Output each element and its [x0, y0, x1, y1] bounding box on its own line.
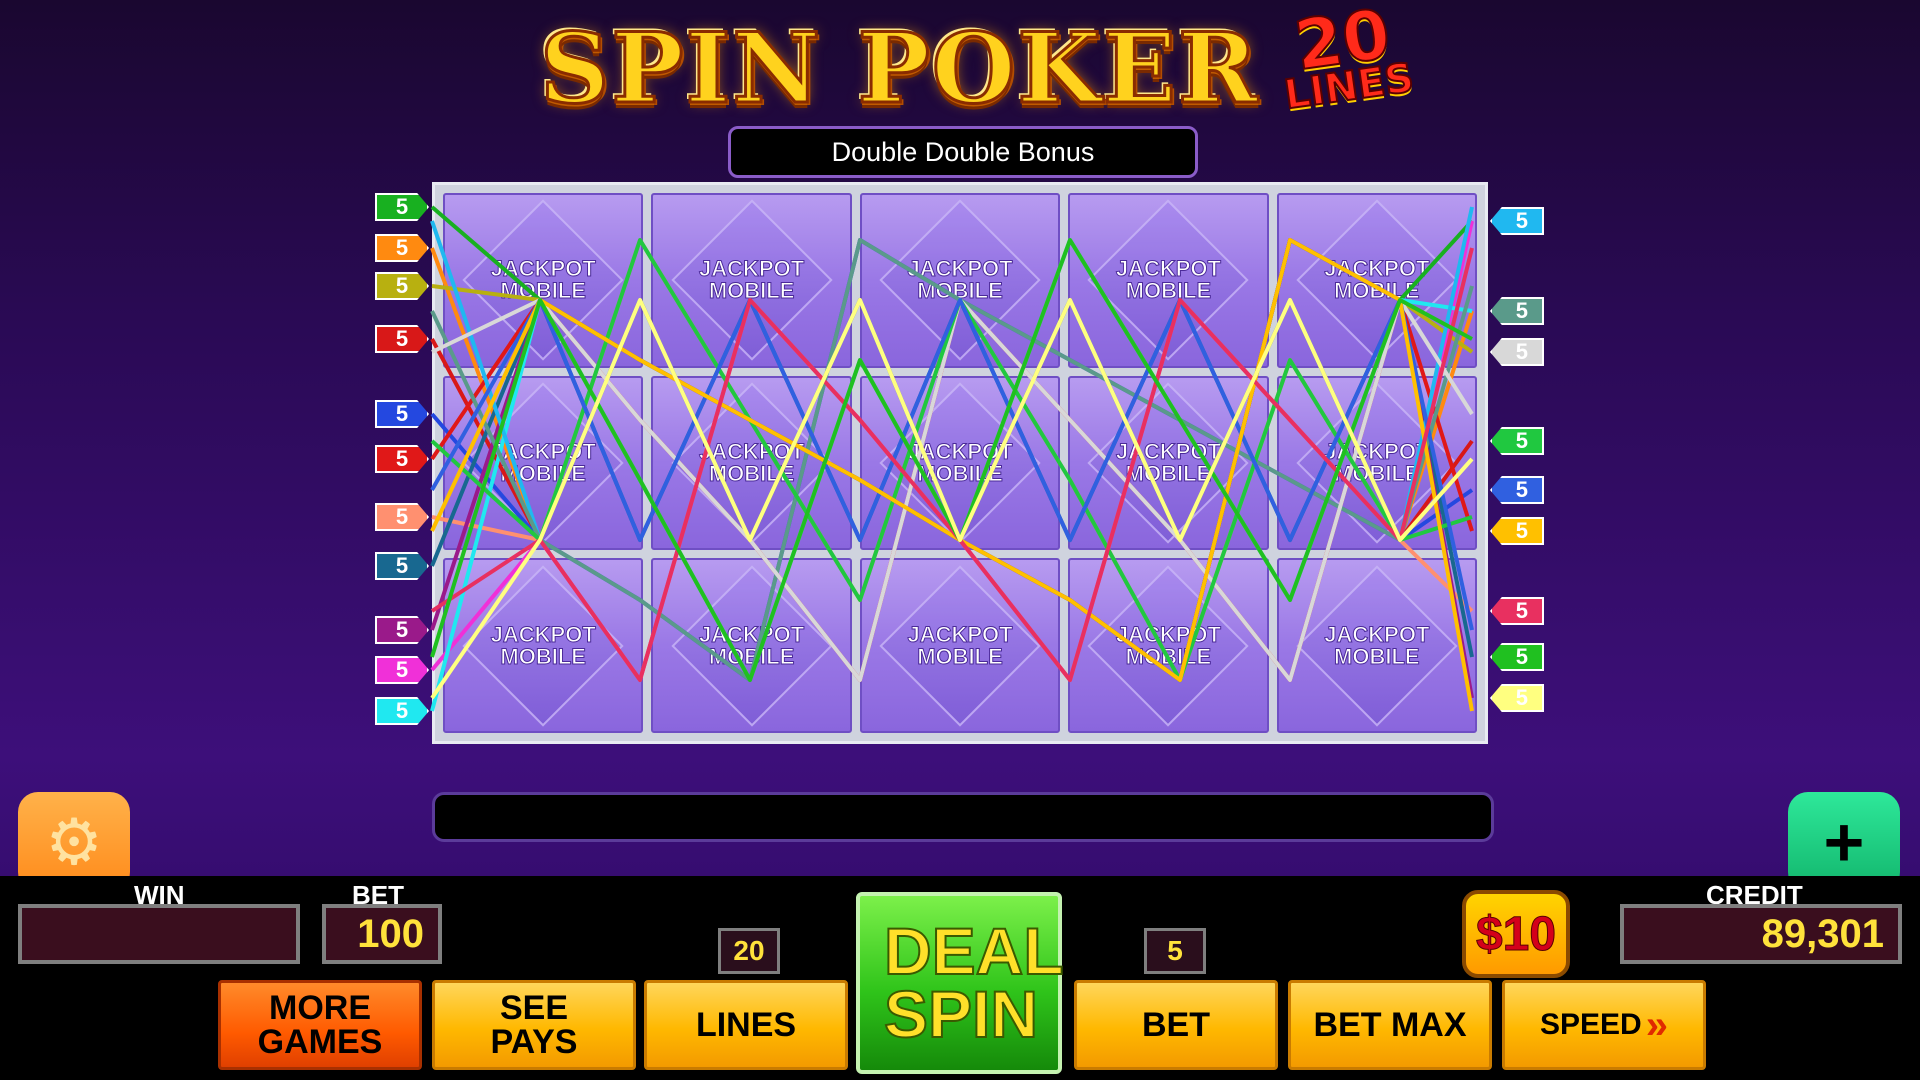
card-back-logo: JACKPOT MOBILE	[490, 439, 596, 486]
bet-button[interactable]: BET	[1074, 980, 1278, 1070]
card-back[interactable]: JACKPOT MOBILE	[859, 193, 1061, 368]
payline-tag-left: 5	[375, 400, 429, 428]
payline-tag-right: 5	[1490, 207, 1544, 235]
lines-button[interactable]: LINES	[644, 980, 848, 1070]
more-games-label: MORE GAMES	[257, 989, 383, 1061]
payline-tag-left: 5	[375, 503, 429, 531]
card-back[interactable]: JACKPOT MOBILE	[1068, 375, 1269, 551]
payline-tag-right: 5	[1490, 643, 1544, 671]
reel-board: JACKPOT MOBILE JACKPOT MOBILE JACKPOT MOBILE J…	[432, 182, 1488, 744]
card-back-logo: JACKPOT MOBILE	[1324, 439, 1430, 486]
deal-spin-button[interactable]: DEAL SPIN	[856, 892, 1065, 1074]
card-back[interactable]: JACKPOT MOBILE	[443, 193, 644, 368]
more-games-button[interactable]: MORE GAMES	[218, 980, 422, 1070]
card-back[interactable]: JACKPOT MOBILE	[859, 375, 1061, 551]
denomination-button[interactable]: $10	[1462, 890, 1570, 978]
lines-badge: 20 LINES	[1274, 0, 1417, 119]
card-back-logo: JACKPOT MOBILE	[1324, 256, 1430, 304]
card-back-logo: JACKPOT MOBILE	[1115, 439, 1221, 486]
card-back-logo: JACKPOT MOBILE	[907, 256, 1013, 304]
payline-tag-left: 5	[375, 272, 429, 300]
card-back[interactable]: JACKPOT MOBILE	[443, 558, 644, 734]
deal-spin-label: DEAL SPIN	[883, 914, 1065, 1051]
payline-tag-right: 5	[1490, 684, 1544, 712]
see-pays-label: SEE PAYS	[490, 989, 578, 1061]
payline-tag-left: 5	[375, 656, 429, 684]
speed-button[interactable]: SPEED »	[1502, 980, 1706, 1070]
card-back-logo: JACKPOT MOBILE	[907, 439, 1013, 486]
message-bar	[432, 792, 1494, 842]
card-back[interactable]: JACKPOT MOBILE	[1068, 558, 1269, 734]
card-back[interactable]: JACKPOT MOBILE	[859, 558, 1061, 734]
credit-meter: 89,301	[1620, 904, 1902, 964]
reel-4: JACKPOT MOBILE JACKPOT MOBILE JACKPOT MOBILE	[1068, 193, 1269, 734]
reel-1: JACKPOT MOBILE JACKPOT MOBILE JACKPOT MOBILE	[443, 193, 644, 734]
gear-icon: ⚙	[45, 805, 103, 878]
card-back-logo: JACKPOT MOBILE	[1115, 256, 1221, 304]
bet-max-label: BET MAX	[1313, 1006, 1467, 1044]
payline-tag-left: 5	[375, 552, 429, 580]
bet-per-line-display: 5	[1144, 928, 1206, 974]
game-variant-label: Double Double Bonus	[728, 126, 1198, 178]
card-back-logo: JACKPOT MOBILE	[699, 256, 805, 304]
see-pays-button[interactable]: SEE PAYS	[432, 980, 636, 1070]
lines-count-display: 20	[718, 928, 780, 974]
payline-tag-left: 5	[375, 325, 429, 353]
win-meter	[18, 904, 300, 964]
bet-max-button[interactable]: BET MAX	[1288, 980, 1492, 1070]
bet-label-button: BET	[1142, 1006, 1210, 1044]
payline-tag-left: 5	[375, 445, 429, 473]
card-back-logo: JACKPOT MOBILE	[490, 621, 596, 669]
card-back[interactable]: JACKPOT MOBILE	[1276, 558, 1478, 734]
card-back-logo: JACKPOT MOBILE	[907, 621, 1013, 669]
logo-title: SPIN POKER	[539, 10, 1260, 126]
card-back[interactable]: JACKPOT MOBILE	[1276, 375, 1478, 551]
payline-tag-left: 5	[375, 234, 429, 262]
card-back-logo: JACKPOT MOBILE	[1115, 621, 1221, 669]
card-back-logo: JACKPOT MOBILE	[1324, 621, 1430, 669]
payline-tag-left: 5	[375, 697, 429, 725]
card-back[interactable]: JACKPOT MOBILE	[1068, 193, 1269, 368]
payline-tag-right: 5	[1490, 427, 1544, 455]
card-back-logo: JACKPOT MOBILE	[699, 621, 805, 669]
card-back[interactable]: JACKPOT MOBILE	[651, 558, 852, 734]
card-back[interactable]: JACKPOT MOBILE	[1276, 193, 1478, 368]
card-back-logo: JACKPOT MOBILE	[699, 439, 805, 486]
plus-icon: +	[1823, 803, 1865, 881]
payline-tag-right: 5	[1490, 597, 1544, 625]
card-back-logo: JACKPOT MOBILE	[490, 256, 596, 304]
payline-tag-right: 5	[1490, 297, 1544, 325]
bet-meter: 100	[322, 904, 442, 964]
card-back[interactable]: JACKPOT MOBILE	[651, 193, 852, 368]
double-chevron-icon: »	[1645, 1003, 1668, 1047]
lines-label: LINES	[695, 1006, 797, 1044]
payline-tag-right: 5	[1490, 476, 1544, 504]
payline-tag-right: 5	[1490, 338, 1544, 366]
reel-3: JACKPOT MOBILE JACKPOT MOBILE JACKPOT MOBILE	[859, 193, 1061, 734]
reel-2: JACKPOT MOBILE JACKPOT MOBILE JACKPOT MOBILE	[651, 193, 852, 734]
payline-tag-left: 5	[375, 616, 429, 644]
card-back[interactable]: JACKPOT MOBILE	[651, 375, 852, 551]
speed-label: SPEED	[1540, 1008, 1642, 1041]
payline-tag-left: 5	[375, 193, 429, 221]
card-back[interactable]: JACKPOT MOBILE	[443, 375, 644, 551]
game-logo: SPIN POKER 20 LINES	[539, 0, 1418, 128]
payline-tag-right: 5	[1490, 517, 1544, 545]
reel-5: JACKPOT MOBILE JACKPOT MOBILE JACKPOT MOBILE	[1276, 193, 1478, 734]
